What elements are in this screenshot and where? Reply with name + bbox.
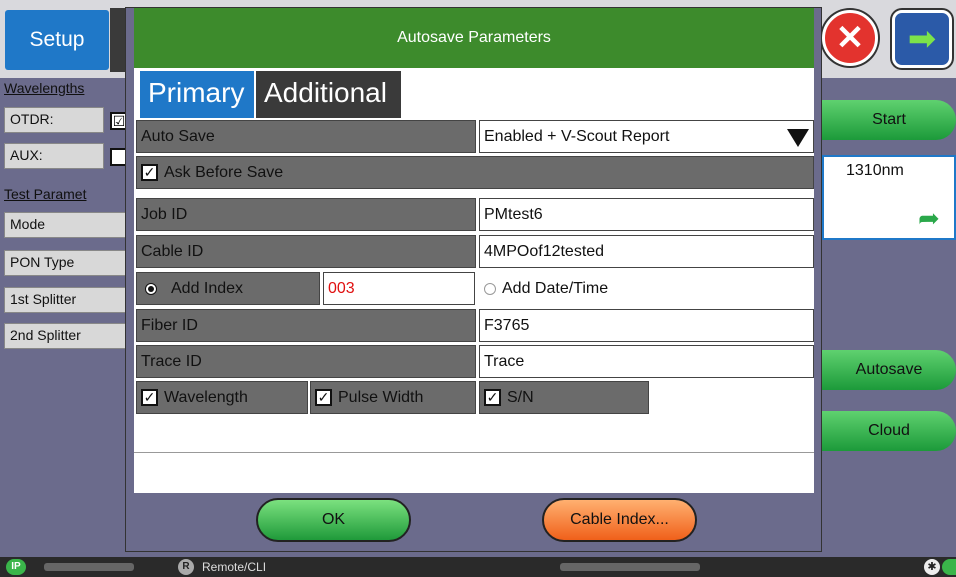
dropdown-arrow-icon [787, 129, 809, 147]
otdr-label: OTDR: [4, 107, 104, 133]
splitter2-field[interactable]: 2nd Splitter [4, 323, 132, 349]
fiber-id-input[interactable]: F3765 [479, 309, 814, 342]
wifi-icon [942, 559, 956, 575]
mode-field[interactable]: Mode [4, 212, 132, 238]
pulse-width-checkbox[interactable]: ✓ [315, 389, 332, 407]
trace-id-label: Trace ID [136, 345, 476, 378]
remote-label: Remote/CLI [202, 560, 267, 574]
divider [134, 452, 814, 453]
trace-id-input[interactable]: Trace [479, 345, 814, 378]
sn-option[interactable]: ✓ S/N [479, 381, 649, 414]
fiber-id-label: Fiber ID [136, 309, 476, 342]
ip-address-redacted [44, 563, 134, 571]
dialog-title: Autosave Parameters [134, 8, 814, 68]
datetime-redacted [560, 563, 700, 571]
auto-save-value: Enabled + V-Scout Report [484, 128, 670, 145]
next-button[interactable]: ➡ [892, 10, 952, 68]
right-panel [822, 78, 956, 550]
status-bar: IP R Remote/CLI ✱ [0, 557, 956, 577]
ask-before-save-label: Ask Before Save [164, 164, 284, 181]
start-button[interactable]: Start [822, 100, 956, 140]
ask-before-save-row[interactable]: ✓ Ask Before Save [136, 156, 814, 189]
add-index-label: Add Index [171, 280, 244, 297]
pon-type-field[interactable]: PON Type [4, 250, 132, 276]
autosave-dialog: Autosave Parameters Primary Additional A… [125, 7, 822, 552]
add-index-input[interactable]: 003 [323, 272, 475, 305]
tab-setup[interactable]: Setup [5, 10, 109, 70]
autosave-button[interactable]: Autosave [822, 350, 956, 390]
pulse-width-option-label: Pulse Width [338, 389, 424, 406]
auto-save-select[interactable]: Enabled + V-Scout Report [479, 120, 814, 153]
close-button[interactable]: ✕ [822, 10, 878, 66]
test-params-label: Test Paramet [4, 186, 87, 202]
ip-badge: IP [6, 559, 26, 575]
curved-arrow-icon[interactable]: ➦ [918, 203, 940, 234]
tab-additional[interactable]: Additional [256, 71, 401, 118]
aux-label: AUX: [4, 143, 104, 169]
sn-option-label: S/N [507, 389, 534, 406]
wavelength-option[interactable]: ✓ Wavelength [136, 381, 308, 414]
r-badge: R [178, 559, 194, 575]
close-icon: ✕ [835, 19, 865, 57]
ask-before-save-checkbox[interactable]: ✓ [141, 164, 158, 182]
add-index-radio[interactable] [145, 282, 157, 295]
job-id-input[interactable]: PMtest6 [479, 198, 814, 231]
tab-primary[interactable]: Primary [140, 71, 254, 118]
bluetooth-icon: ✱ [924, 559, 940, 575]
add-datetime-option[interactable]: Add Date/Time [479, 272, 814, 305]
cable-index-button[interactable]: Cable Index... [542, 498, 697, 542]
dialog-body: Primary Additional Auto Save Enabled + V… [134, 68, 814, 493]
job-id-label: Job ID [136, 198, 476, 231]
wavelength-checkbox[interactable]: ✓ [141, 389, 158, 407]
arrow-right-icon: ➡ [907, 20, 937, 58]
wavelength-option-label: Wavelength [164, 389, 248, 406]
splitter1-field[interactable]: 1st Splitter [4, 287, 132, 313]
cloud-button[interactable]: Cloud [822, 411, 956, 451]
cable-id-label: Cable ID [136, 235, 476, 268]
auto-save-label: Auto Save [136, 120, 476, 153]
cable-id-input[interactable]: 4MPOof12tested [479, 235, 814, 268]
add-datetime-label: Add Date/Time [502, 280, 609, 297]
wavelengths-label: Wavelengths [4, 80, 85, 96]
add-index-option[interactable]: Add Index [136, 272, 320, 305]
sn-checkbox[interactable]: ✓ [484, 389, 501, 407]
add-datetime-radio[interactable] [484, 282, 496, 295]
dialog-footer [134, 493, 814, 551]
wavelength-value: 1310nm [846, 162, 904, 179]
pulse-width-option[interactable]: ✓ Pulse Width [310, 381, 476, 414]
ok-button[interactable]: OK [256, 498, 411, 542]
